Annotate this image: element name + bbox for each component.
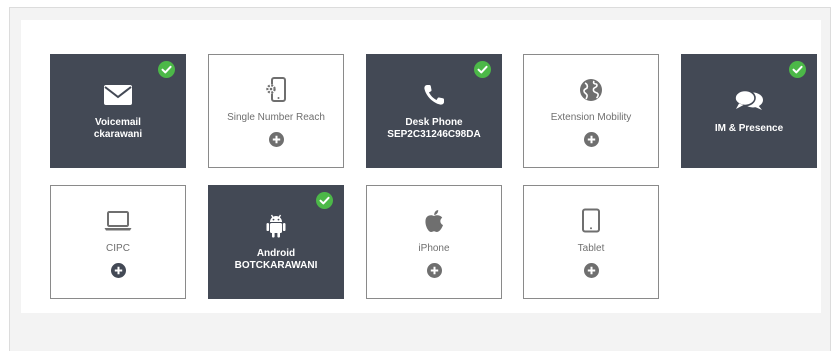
tile-name: Extension Mobility — [550, 111, 632, 123]
tile-single-number-reach[interactable]: Single Number Reach — [208, 54, 344, 168]
phone-handset-icon — [417, 81, 451, 109]
globe-icon — [574, 76, 608, 104]
tile-voicemail[interactable]: Voicemail ckarawani — [50, 54, 186, 168]
envelope-icon — [101, 81, 135, 109]
tile-iphone[interactable]: iPhone — [366, 185, 502, 299]
tile-name: IM & Presence — [714, 123, 784, 134]
tile-name: iPhone — [418, 242, 450, 254]
tile-im-presence[interactable]: IM & Presence — [681, 54, 817, 168]
chat-bubbles-icon — [732, 87, 766, 115]
tile-name: Voicemail — [95, 117, 141, 128]
tile-sub: SEP2C31246C98DA — [387, 129, 481, 140]
add-circle-icon[interactable] — [583, 131, 599, 147]
services-panel: Voicemail ckarawani Single Number Reach … — [21, 20, 821, 313]
tile-name: Single Number Reach — [227, 111, 325, 123]
tile-tablet[interactable]: Tablet — [523, 185, 659, 299]
android-icon — [259, 212, 293, 240]
check-icon — [158, 61, 175, 78]
tile-name: CIPC — [106, 242, 130, 254]
laptop-icon — [101, 207, 135, 235]
add-circle-icon[interactable] — [426, 262, 442, 278]
tablet-icon — [574, 207, 608, 235]
tile-sub: BOTCKARAWANI — [234, 260, 318, 271]
tile-sub: ckarawani — [93, 129, 143, 140]
tile-name: Desk Phone — [405, 117, 463, 128]
check-icon — [474, 61, 491, 78]
check-icon — [316, 192, 333, 209]
tile-cipc[interactable]: CIPC — [50, 185, 186, 299]
tile-name: Android — [256, 248, 296, 259]
apple-icon — [417, 207, 451, 235]
tile-name: Tablet — [577, 242, 605, 254]
check-icon — [789, 61, 806, 78]
add-circle-icon[interactable] — [268, 131, 284, 147]
services-container: Voicemail ckarawani Single Number Reach … — [9, 7, 831, 351]
phone-gear-icon — [259, 76, 293, 104]
tile-android[interactable]: Android BOTCKARAWANI — [208, 185, 344, 299]
tile-extension-mobility[interactable]: Extension Mobility — [523, 54, 659, 168]
add-circle-icon[interactable] — [110, 262, 126, 278]
add-circle-icon[interactable] — [583, 262, 599, 278]
tile-desk-phone[interactable]: Desk Phone SEP2C31246C98DA — [366, 54, 502, 168]
